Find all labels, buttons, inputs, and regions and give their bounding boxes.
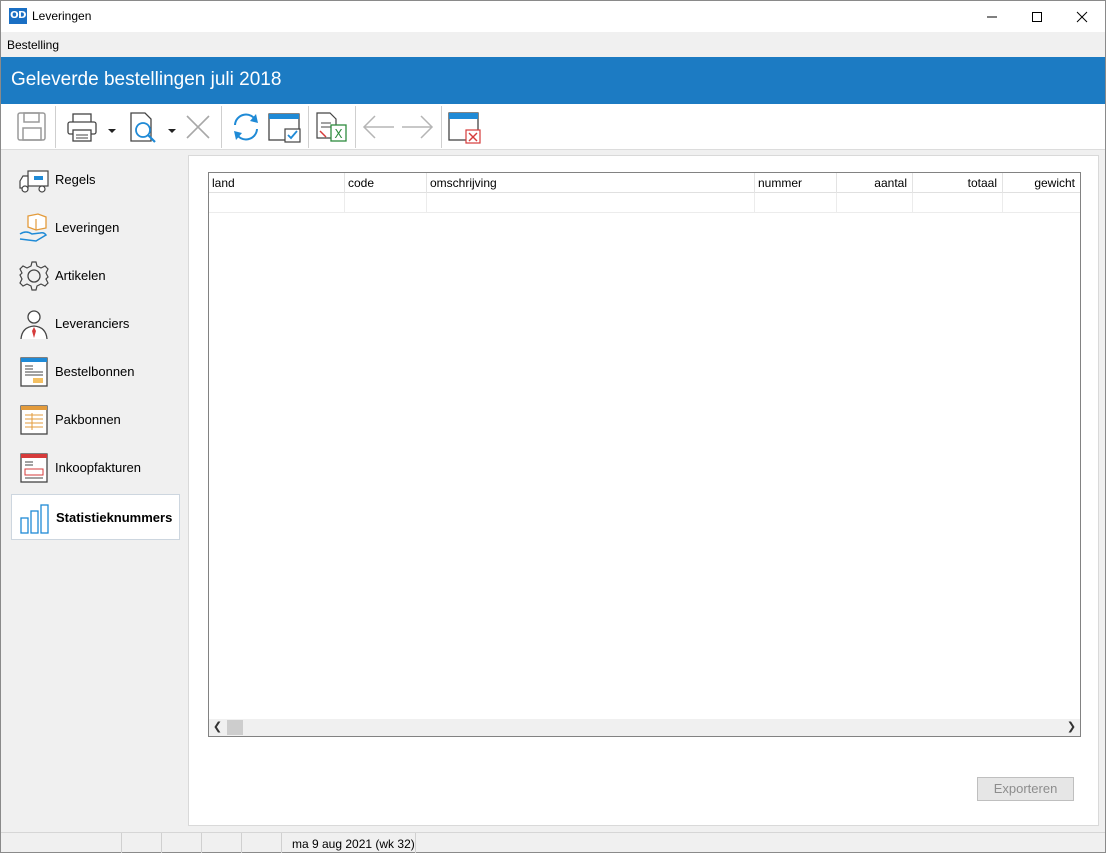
sidebar-item-label: Pakbonnen	[55, 412, 121, 427]
grid-cell[interactable]	[837, 193, 913, 212]
scrollbar-thumb[interactable]	[227, 720, 243, 735]
grid-header: land code omschrijving nummer aantal tot…	[209, 173, 1080, 193]
grid-cell[interactable]	[427, 193, 755, 212]
status-cell	[162, 833, 202, 853]
toolbar-separator	[221, 106, 222, 148]
toolbar: X	[1, 104, 1105, 150]
sidebar-item-artikelen[interactable]: Artikelen	[11, 253, 180, 299]
sidebar-item-regels[interactable]: Regels	[11, 157, 180, 203]
export-excel-icon[interactable]: X	[314, 110, 350, 144]
bar-chart-icon	[20, 504, 49, 534]
menu-bar: Bestelling	[1, 32, 1105, 57]
package-hand-icon	[19, 213, 48, 242]
gear-icon	[19, 261, 49, 291]
print-icon[interactable]	[65, 110, 121, 144]
status-cell	[122, 833, 162, 853]
toolbar-separator	[55, 106, 56, 148]
sidebar-item-pakbonnen[interactable]: Pakbonnen	[11, 397, 180, 443]
sidebar-item-label: Regels	[55, 172, 96, 187]
print-preview-icon[interactable]	[127, 110, 181, 144]
data-grid[interactable]: land code omschrijving nummer aantal tot…	[208, 172, 1081, 737]
close-window-icon[interactable]	[447, 110, 483, 144]
status-date: ma 9 aug 2021 (wk 32)	[292, 837, 415, 851]
sidebar-item-label: Leveringen	[55, 220, 120, 235]
toolbar-separator	[308, 106, 309, 148]
sidebar-item-label: Bestelbonnen	[55, 364, 135, 379]
person-icon	[20, 310, 48, 340]
sidebar-item-leveringen[interactable]: Leveringen	[11, 205, 180, 251]
column-header-nummer[interactable]: nummer	[755, 173, 837, 193]
column-header-aantal[interactable]: aantal	[837, 173, 913, 193]
close-button[interactable]	[1059, 1, 1105, 32]
app-logo: OD	[9, 8, 27, 24]
save-icon[interactable]	[15, 110, 49, 144]
column-header-code[interactable]: code	[345, 173, 427, 193]
column-header-land[interactable]: land	[209, 173, 345, 193]
menu-item-bestelling[interactable]: Bestelling	[7, 38, 59, 52]
truck-icon	[19, 170, 49, 193]
sidebar-item-leveranciers[interactable]: Leveranciers	[11, 301, 180, 347]
column-header-gewicht[interactable]: gewicht	[1003, 173, 1080, 193]
toolbar-separator	[441, 106, 442, 148]
status-cell	[242, 833, 282, 853]
minimize-icon	[987, 16, 997, 17]
horizontal-scrollbar[interactable]: ❮ ❯	[209, 719, 1080, 736]
window-title: Leveringen	[32, 9, 92, 23]
grid-cell[interactable]	[345, 193, 427, 212]
page-header: Geleverde bestellingen juli 2018	[1, 57, 1105, 104]
packing-slip-icon	[20, 405, 48, 435]
sidebar-item-label: Statistieknummers	[56, 510, 173, 525]
sidebar-item-label: Artikelen	[55, 268, 106, 283]
sidebar: Regels Leveringen Artikelen Leveranciers…	[1, 151, 187, 831]
delete-icon[interactable]	[183, 110, 213, 144]
grid-cell[interactable]	[913, 193, 1003, 212]
sidebar-item-label: Leveranciers	[55, 316, 130, 331]
scroll-right-icon[interactable]: ❯	[1063, 719, 1080, 736]
application-window: OD Leveringen Bestelling Geleverde beste…	[0, 0, 1106, 853]
sidebar-item-statistieknummers[interactable]: Statistieknummers	[11, 494, 180, 540]
column-header-omschrijving[interactable]: omschrijving	[427, 173, 755, 193]
arrow-left-icon[interactable]	[361, 110, 397, 144]
title-bar: OD Leveringen	[1, 1, 1105, 32]
select-window-icon[interactable]	[267, 110, 303, 144]
grid-cell[interactable]	[1003, 193, 1080, 212]
toolbar-separator	[355, 106, 356, 148]
status-cell	[202, 833, 242, 853]
close-icon	[1076, 11, 1088, 22]
order-form-icon	[20, 357, 48, 387]
sidebar-item-inkoopfakturen[interactable]: Inkoopfakturen	[11, 445, 180, 491]
svg-text:X: X	[334, 127, 342, 141]
export-button[interactable]: Exporteren	[977, 777, 1074, 801]
maximize-icon	[1032, 11, 1042, 22]
grid-cell[interactable]	[209, 193, 345, 212]
arrow-right-icon[interactable]	[399, 110, 435, 144]
invoice-icon	[20, 453, 48, 483]
refresh-icon[interactable]	[229, 110, 263, 144]
table-row[interactable]	[209, 193, 1080, 213]
page-title: Geleverde bestellingen juli 2018	[11, 69, 282, 90]
scroll-left-icon[interactable]: ❮	[209, 719, 226, 736]
sidebar-item-bestelbonnen[interactable]: Bestelbonnen	[11, 349, 180, 395]
minimize-button[interactable]	[969, 1, 1015, 32]
grid-cell[interactable]	[755, 193, 837, 212]
status-bar: ma 9 aug 2021 (wk 32)	[1, 832, 1105, 853]
sidebar-item-label: Inkoopfakturen	[55, 460, 142, 475]
maximize-button[interactable]	[1014, 1, 1060, 32]
column-header-totaal[interactable]: totaal	[913, 173, 1003, 193]
status-cell	[1, 833, 122, 853]
